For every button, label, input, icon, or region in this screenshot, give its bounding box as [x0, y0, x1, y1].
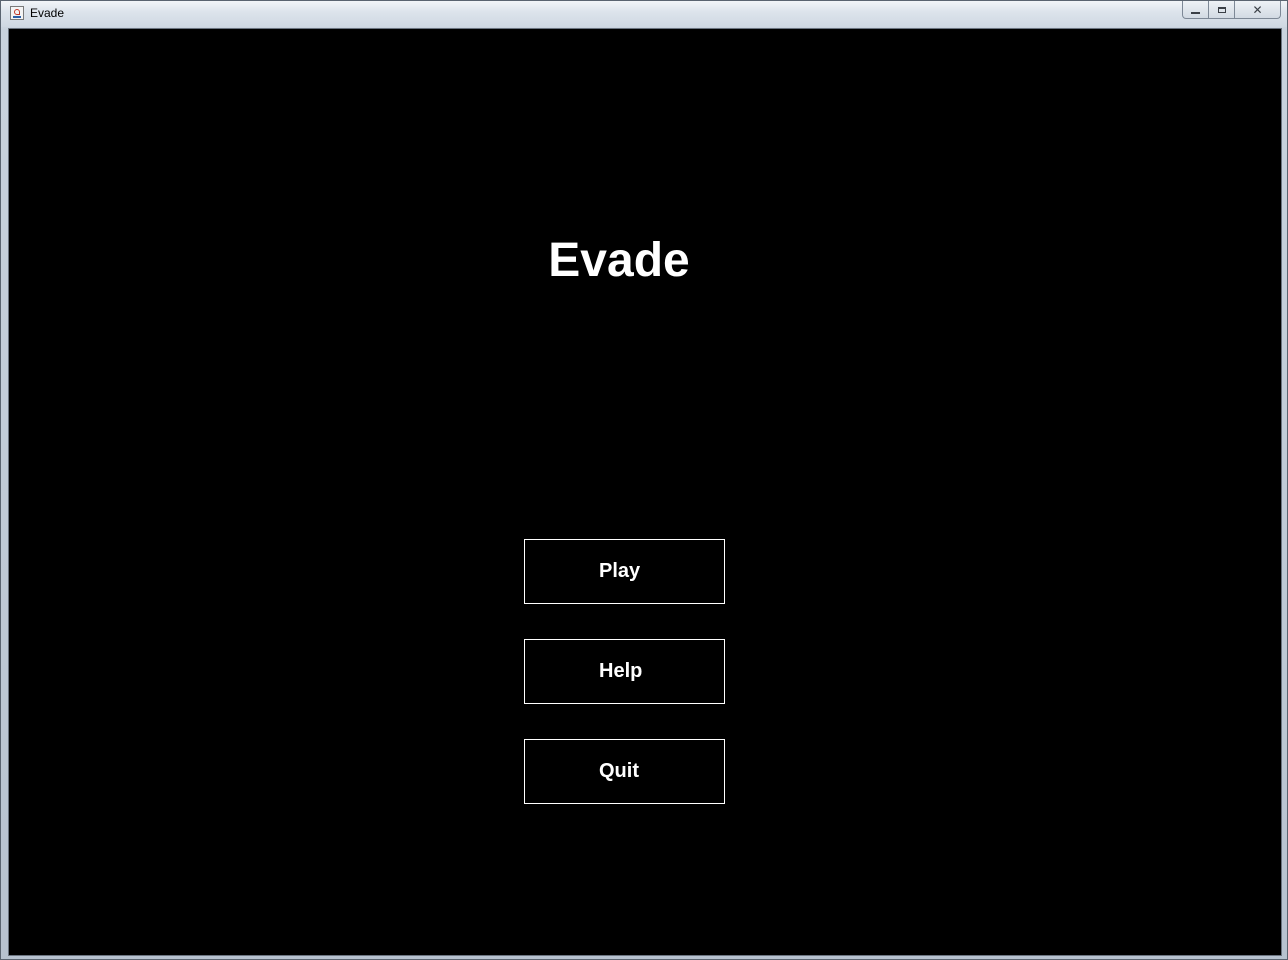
maximize-button[interactable]	[1209, 1, 1235, 19]
app-window: Evade ✕ Evade Play Help Quit	[0, 0, 1288, 960]
window-controls: ✕	[1182, 1, 1281, 19]
window-title: Evade	[30, 6, 65, 20]
java-cup-icon	[10, 6, 24, 20]
play-button[interactable]: Play	[524, 539, 725, 604]
minimize-button[interactable]	[1182, 1, 1209, 19]
quit-button[interactable]: Quit	[524, 739, 725, 804]
help-button[interactable]: Help	[524, 639, 725, 704]
close-icon: ✕	[1252, 2, 1263, 17]
minimize-icon	[1191, 11, 1200, 14]
title-bar[interactable]: Evade ✕	[1, 1, 1287, 27]
close-button[interactable]: ✕	[1235, 1, 1281, 19]
game-canvas[interactable]: Evade Play Help Quit	[8, 28, 1282, 956]
maximize-icon	[1217, 6, 1226, 13]
game-title: Evade	[548, 234, 690, 287]
